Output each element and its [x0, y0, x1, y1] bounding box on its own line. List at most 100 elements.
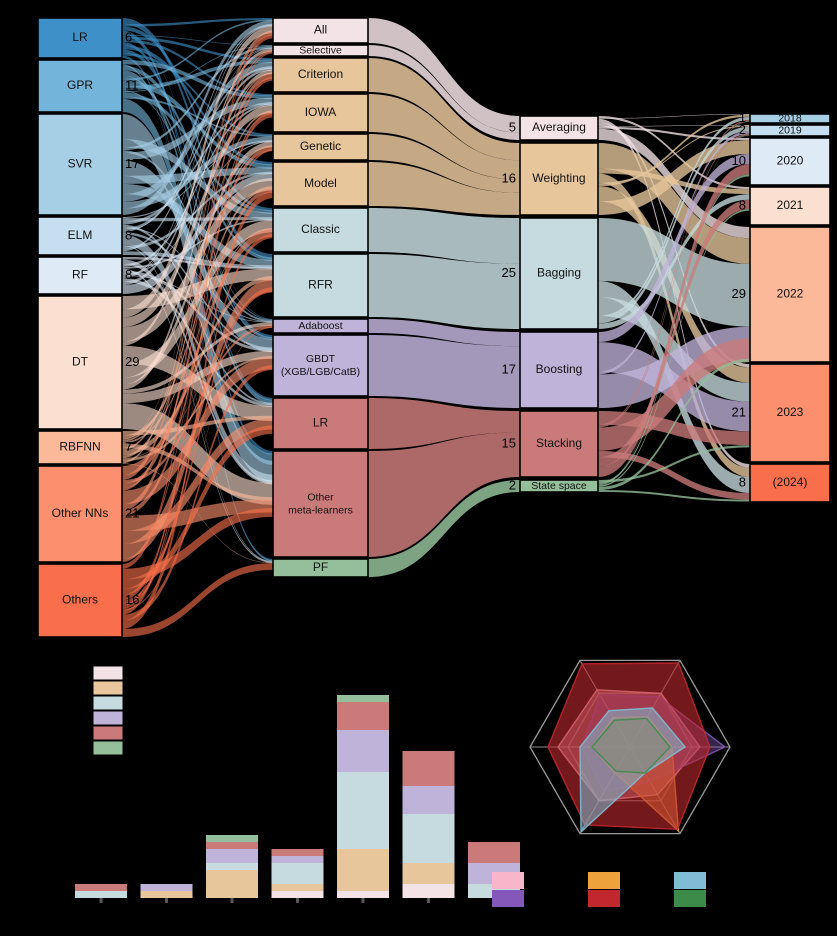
bar-legend-swatch	[92, 665, 124, 681]
sankey-node-label: GPR	[67, 78, 93, 92]
bar-segment	[337, 891, 389, 898]
sankey-node-label: PF	[313, 560, 328, 574]
sankey-node-label: Weighting	[532, 171, 585, 185]
radar-legend-swatch	[674, 890, 706, 907]
figure-root: LR 6 GPR 11 SVR 17 ELM 8 RF 8 DT 29 RBFNN 7 Other NNs 2…	[0, 0, 837, 936]
radar-legend-swatch	[492, 872, 524, 889]
x-tick	[296, 898, 299, 903]
bar-segment	[271, 856, 324, 863]
sankey-node-value: 5	[509, 119, 516, 134]
sankey-node-label: GBDT	[306, 353, 336, 365]
sankey-node-value: 25	[502, 265, 516, 280]
sankey-node-value: 7	[125, 439, 132, 454]
sankey-node-label: Adaboost	[298, 320, 342, 332]
sankey-node-label: 2022	[777, 287, 804, 301]
bar-legend	[92, 665, 124, 756]
x-tick	[427, 898, 430, 903]
bar-segment	[140, 884, 193, 891]
sankey-node-value: 8	[739, 474, 746, 489]
bar-legend-swatch	[92, 695, 124, 711]
sankey-node-label: State space	[531, 480, 587, 492]
sankey-node-label: All	[314, 23, 327, 37]
bar-segment	[337, 730, 389, 772]
bar-segment	[402, 814, 455, 863]
bar-segment	[140, 891, 193, 898]
bar-group[interactable]	[337, 695, 389, 903]
sankey-node-label: Stacking	[536, 436, 582, 450]
sankey-node-label: ELM	[68, 228, 93, 242]
sankey-node-label: Classic	[301, 222, 340, 236]
sankey-node-label: SVR	[68, 157, 93, 171]
bar-segment	[271, 863, 324, 884]
sankey-node-value: 6	[125, 29, 132, 44]
figure-canvas: LR 6 GPR 11 SVR 17 ELM 8 RF 8 DT 29 RBFNN 7 Other NNs 2…	[0, 0, 837, 936]
sankey-node-value: 17	[125, 156, 139, 171]
sankey-node-label: 2019	[778, 124, 802, 136]
sankey-node-label: Selective	[299, 44, 342, 56]
bar-segment	[402, 786, 455, 814]
bar-segment	[337, 772, 389, 849]
radar-legend-swatch	[588, 872, 620, 889]
bar-segment	[402, 863, 455, 884]
sankey-node-label: 2023	[777, 405, 804, 419]
bar-segment	[271, 884, 324, 891]
bar-segment	[206, 835, 258, 842]
radar-legend-swatch	[492, 890, 524, 907]
sankey-node-value: 16	[125, 592, 139, 607]
sankey-node-label: (XGB/LGB/CatB)	[281, 366, 360, 378]
sankey-node-label: Other NNs	[52, 506, 109, 520]
sankey-node-label: IOWA	[305, 105, 337, 119]
sankey-node-label: Others	[62, 593, 98, 607]
sankey-node-value: 8	[125, 227, 132, 242]
x-tick	[165, 898, 168, 903]
bar-segment	[206, 842, 258, 849]
bar-group[interactable]	[402, 751, 455, 903]
bar-segment	[402, 884, 455, 898]
sankey-node-label: Boosting	[536, 362, 583, 376]
sankey-node-value: 21	[732, 404, 746, 419]
bar-segment	[75, 884, 127, 891]
sankey-node-value: 29	[125, 354, 139, 369]
sankey-node-value: 2	[739, 122, 746, 137]
sankey-node-value: 21	[125, 505, 139, 520]
bar-legend-swatch	[92, 725, 124, 741]
bar-segment	[337, 702, 389, 730]
sankey-node-value: 17	[502, 361, 516, 376]
bar-group[interactable]	[206, 835, 258, 903]
sankey-node-label: LR	[313, 416, 329, 430]
x-tick	[361, 898, 365, 903]
x-tick	[99, 898, 103, 903]
bar-segment	[271, 891, 324, 898]
bar-segment	[206, 849, 258, 863]
sankey-node-label: 2018	[778, 112, 802, 124]
bar-segment	[337, 849, 389, 891]
sankey-node-label: RBFNN	[59, 440, 100, 454]
sankey-node-label: Criterion	[298, 67, 343, 81]
bar-legend-swatch	[92, 740, 124, 756]
sankey-node-label: Averaging	[532, 120, 586, 134]
sankey-node-label: (2024)	[773, 475, 808, 489]
bar-segment	[206, 863, 258, 870]
bar-group[interactable]	[271, 849, 324, 903]
sankey-node-label: 2021	[777, 198, 804, 212]
sankey-column-ensemble-members: All Selective Criterion IOWA Genetic Model Cla…	[272, 17, 369, 578]
radar-legend-swatch	[674, 872, 706, 889]
x-tick	[230, 898, 234, 903]
sankey-node-label: LR	[72, 30, 88, 44]
sankey-node-label: meta-learners	[288, 504, 353, 516]
sankey-node-value: 15	[502, 435, 516, 450]
sankey-node-label: Bagging	[537, 266, 581, 280]
bar-legend-swatch	[92, 680, 124, 696]
bar-segment	[402, 751, 455, 786]
sankey-node-label: Other	[307, 491, 334, 503]
sankey-node-value: 16	[502, 170, 516, 185]
sankey-node-value: 29	[732, 286, 746, 301]
sankey-node-value: 11	[125, 77, 139, 92]
sankey-node-label: Model	[304, 176, 337, 190]
sankey-node-value: 8	[739, 197, 746, 212]
radar-legend-swatch	[588, 890, 620, 907]
sankey-node-label: Genetic	[300, 139, 341, 153]
bar-segment	[206, 870, 258, 898]
bar-segment	[337, 695, 389, 702]
bar-segment	[468, 842, 520, 863]
